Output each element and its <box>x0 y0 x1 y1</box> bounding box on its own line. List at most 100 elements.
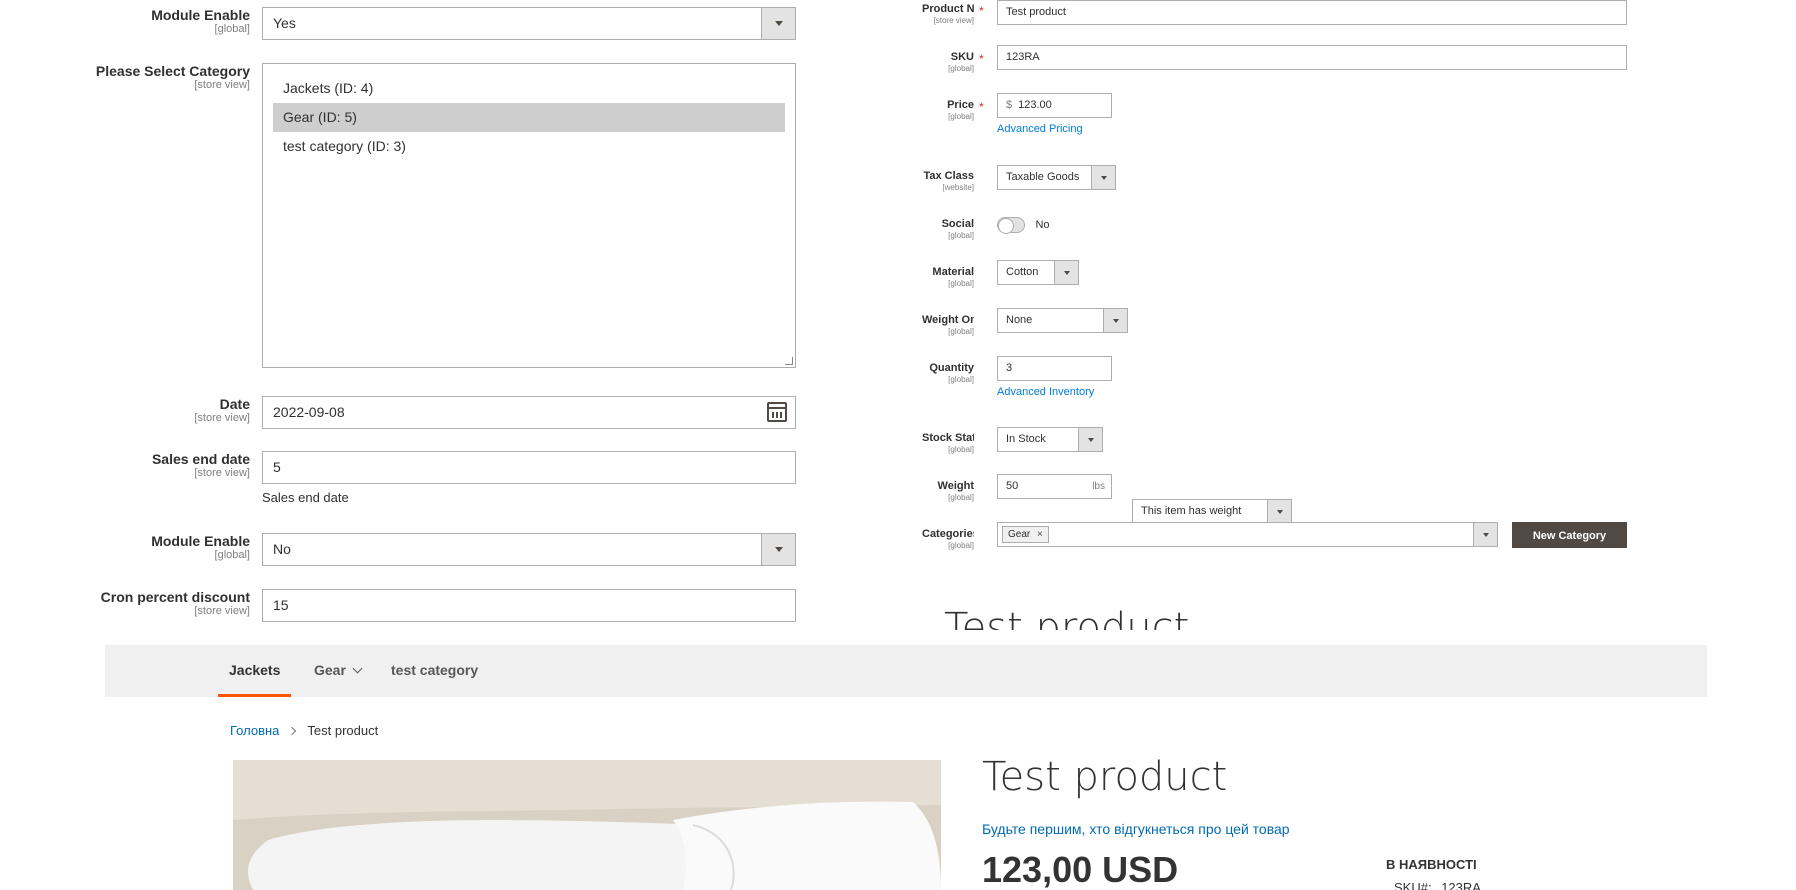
chevron-down-icon[interactable] <box>1267 500 1291 523</box>
material-value: Cotton <box>1006 266 1039 278</box>
required-asterisk: * <box>979 4 984 18</box>
close-icon[interactable]: × <box>1037 529 1043 540</box>
scope-label: [store view] <box>194 605 250 617</box>
advanced-pricing-link[interactable]: Advanced Pricing <box>997 123 1112 135</box>
pillow-photo <box>233 760 941 890</box>
product-name-label: Product Name <box>922 3 974 15</box>
quantity-input[interactable]: 3 <box>997 356 1112 381</box>
product-price: 123,00 USD <box>982 849 1179 890</box>
category-multiselect[interactable]: Jackets (ID: 4) Gear (ID: 5) test catego… <box>262 63 796 368</box>
review-link[interactable]: Будьте першим, хто відгукнеться про цей … <box>982 821 1290 837</box>
sku-input[interactable]: 123RA <box>997 45 1627 70</box>
sku-value: 123RA <box>1441 880 1481 890</box>
category-label: Please Select Category <box>95 63 250 79</box>
sku-label: SKU <box>950 51 974 63</box>
nav-item-gear[interactable]: Gear <box>314 645 363 697</box>
cron-discount-row: Cron percent discount [store view] 15 <box>0 589 810 622</box>
categories-multiselect[interactable]: Gear × <box>997 522 1498 547</box>
product-title: Test product <box>982 754 1228 800</box>
breadcrumb-home-link[interactable]: Головна <box>230 723 279 738</box>
price-input[interactable]: $123.00 <box>997 93 1112 118</box>
scope-label: [global] <box>948 375 974 384</box>
scope-label: [global] <box>948 64 974 73</box>
breadcrumb-current: Test product <box>307 723 379 738</box>
has-weight-value: This item has weight <box>1141 505 1242 517</box>
module-enable-row-2: Module Enable [global] No <box>0 533 810 566</box>
product-form: Product Name [store view] * Test product… <box>922 0 1642 630</box>
chevron-down-icon[interactable] <box>1078 428 1102 451</box>
module-enable-select-2[interactable]: No <box>262 533 796 566</box>
price-value: 123.00 <box>1018 99 1052 111</box>
cron-discount-value: 15 <box>273 597 289 613</box>
scope-label: [store view] <box>194 412 250 424</box>
module-enable-select[interactable]: Yes <box>262 7 796 40</box>
scope-label: [global] <box>948 112 974 121</box>
advanced-inventory-link[interactable]: Advanced Inventory <box>997 386 1112 398</box>
module-enable-label: Module Enable <box>151 7 250 23</box>
tax-class-value: Taxable Goods <box>1006 171 1080 183</box>
categories-label: Categories <box>922 528 974 540</box>
scope-label: [website] <box>942 183 974 192</box>
date-input[interactable]: 2022-09-08 <box>262 396 796 429</box>
scope-label: [store view] <box>194 467 250 479</box>
required-asterisk: * <box>979 100 984 114</box>
scope-label: [global] <box>948 279 974 288</box>
preview-heading: Test product <box>944 605 1190 630</box>
sales-end-date-input[interactable]: 5 <box>262 451 796 484</box>
required-asterisk: * <box>979 52 984 66</box>
social-toggle[interactable] <box>997 216 1025 234</box>
chevron-down-icon[interactable] <box>1091 166 1115 189</box>
stock-status: В НАЯВНОСТІ <box>1386 857 1477 872</box>
weight-label: Weight <box>937 480 974 492</box>
new-category-button[interactable]: New Category <box>1512 522 1627 548</box>
chevron-down-icon[interactable] <box>761 534 795 565</box>
module-enable-row: Module Enable [global] Yes <box>0 7 810 40</box>
weight-input[interactable]: 50 lbs <box>997 474 1112 499</box>
stock-status-row: Stock Status [global] In Stock <box>922 427 1642 457</box>
cron-discount-label: Cron percent discount <box>100 589 250 605</box>
category-option[interactable]: test category (ID: 3) <box>273 132 785 161</box>
nav-item-test-category[interactable]: test category <box>391 645 478 697</box>
date-value: 2022-09-08 <box>273 404 345 420</box>
tax-class-row: Tax Class [website] Taxable Goods <box>922 165 1642 195</box>
category-tag-label: Gear <box>1008 529 1031 540</box>
scope-label: [global] <box>948 493 974 502</box>
module-enable-label: Module Enable <box>151 533 250 549</box>
scope-label: [global] <box>948 231 974 240</box>
quantity-label: Quantity <box>929 362 974 374</box>
stock-status-label: Stock Status <box>922 432 974 444</box>
scope-label: [global] <box>948 445 974 454</box>
chevron-down-icon[interactable] <box>1103 309 1127 332</box>
scope-label: [store view] <box>194 79 250 91</box>
currency-symbol: $ <box>1006 99 1013 111</box>
nav-item-jackets[interactable]: Jackets <box>218 645 292 697</box>
sales-end-date-value: 5 <box>273 459 281 475</box>
stock-status-select[interactable]: In Stock <box>997 427 1103 452</box>
category-option-selected[interactable]: Gear (ID: 5) <box>273 103 785 132</box>
chevron-down-icon[interactable] <box>1473 523 1497 546</box>
resize-handle-icon[interactable] <box>785 357 793 365</box>
chevron-down-icon[interactable] <box>761 8 795 39</box>
category-nav: Jackets Gear test category <box>105 645 1707 697</box>
product-image[interactable] <box>233 760 941 890</box>
weight-only-select[interactable]: None <box>997 308 1128 333</box>
weight-only-label: Weight Only <box>922 314 974 326</box>
product-name-row: Product Name [store view] * Test product <box>922 0 1642 28</box>
field-note: Sales end date <box>262 490 349 505</box>
nav-label: Gear <box>314 662 346 678</box>
cron-discount-input[interactable]: 15 <box>262 589 796 622</box>
product-name-input[interactable]: Test product <box>997 0 1627 25</box>
quantity-value: 3 <box>1006 362 1013 374</box>
sku-label: SKU#: <box>1394 880 1432 890</box>
nav-label: Jackets <box>229 662 281 678</box>
category-tag: Gear × <box>1002 526 1049 543</box>
chevron-down-icon[interactable] <box>1054 261 1078 284</box>
has-weight-select[interactable]: This item has weight <box>1132 499 1292 524</box>
material-select[interactable]: Cotton <box>997 260 1079 285</box>
calendar-icon[interactable] <box>767 402 787 422</box>
breadcrumb: Головна Test product <box>230 723 378 738</box>
tax-class-select[interactable]: Taxable Goods <box>997 165 1116 190</box>
sku-value: 123RA <box>1006 51 1040 63</box>
category-option[interactable]: Jackets (ID: 4) <box>273 74 785 103</box>
weight-only-value: None <box>1006 314 1033 326</box>
